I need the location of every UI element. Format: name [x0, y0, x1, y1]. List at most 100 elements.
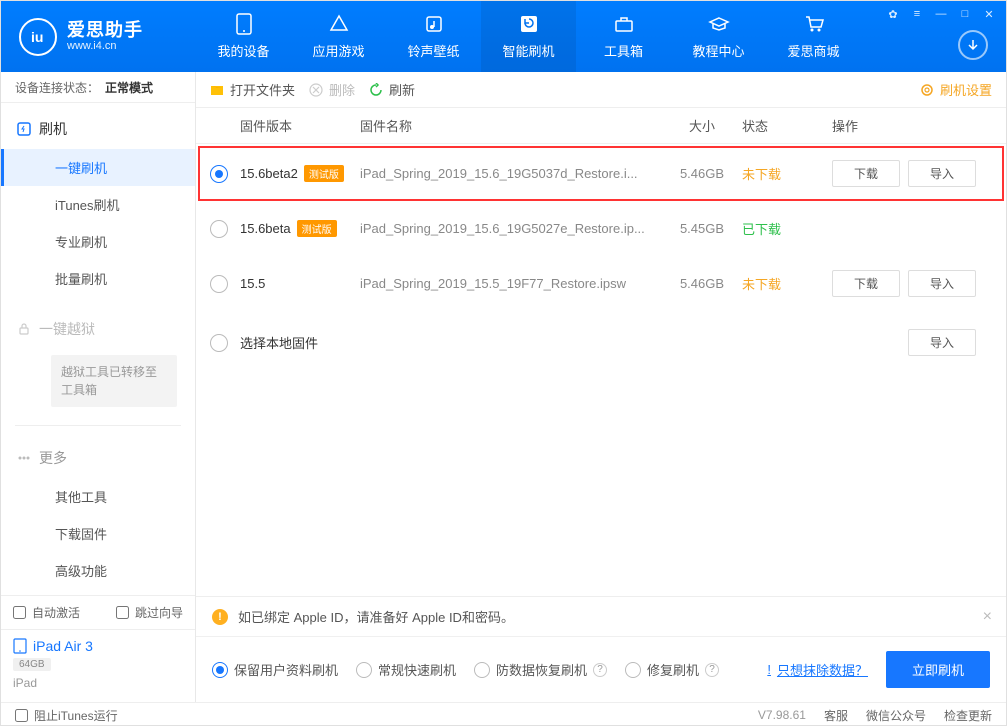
sidebar-item-itunes[interactable]: iTunes刷机	[1, 186, 195, 223]
support-link[interactable]: 客服	[824, 707, 848, 724]
notice-close-icon[interactable]: ×	[983, 608, 992, 626]
close-icon[interactable]: ✕	[982, 7, 996, 21]
table-header: 固件版本 固件名称 大小 状态 操作	[196, 108, 1006, 144]
nav-flash[interactable]: 智能刷机	[481, 1, 576, 72]
more-icon	[17, 451, 31, 465]
auto-activate-checkbox[interactable]	[13, 606, 26, 619]
row-radio[interactable]	[210, 220, 228, 238]
refresh-icon	[369, 83, 383, 97]
top-nav: 我的设备 应用游戏 铃声壁纸 智能刷机 工具箱 教程中心 爱思商城	[196, 1, 1006, 72]
flash-options: 保留用户资料刷机 常规快速刷机 防数据恢复刷机? 修复刷机? !只想抹除数据？ …	[196, 637, 1006, 702]
app-url: www.i4.cn	[67, 40, 143, 52]
maximize-icon[interactable]: □	[958, 7, 972, 21]
beta-tag: 测试版	[304, 165, 344, 182]
footer: 阻止iTunes运行 V7.98.61 客服 微信公众号 检查更新	[1, 702, 1006, 727]
filename: iPad_Spring_2019_15.5_19F77_Restore.ipsw	[360, 276, 662, 291]
download-button[interactable]	[958, 30, 988, 60]
nav-tutorial[interactable]: 教程中心	[671, 1, 766, 72]
toolbox-icon	[613, 13, 635, 35]
sidebar-item-batch[interactable]: 批量刷机	[1, 260, 195, 297]
sidebar-head-more[interactable]: 更多	[1, 438, 195, 478]
sidebar-item-oneclick[interactable]: 一键刷机	[1, 149, 195, 186]
import-button[interactable]: 导入	[908, 160, 976, 187]
help-icon[interactable]: ?	[593, 663, 607, 677]
version-text: 15.6beta2	[240, 166, 298, 181]
status: 已下载	[742, 219, 832, 238]
graduation-icon	[708, 13, 730, 35]
local-firmware-row[interactable]: 选择本地固件导入	[196, 313, 1006, 372]
sidebar-head-flash[interactable]: 刷机	[1, 109, 195, 149]
settings-icon[interactable]: ✿	[886, 7, 900, 21]
lock-icon	[17, 322, 31, 336]
check-update-link[interactable]: 检查更新	[944, 707, 992, 724]
help-icon[interactable]: ?	[705, 663, 719, 677]
flash-icon	[17, 122, 31, 136]
firmware-row[interactable]: 15.6beta2 测试版 iPad_Spring_2019_15.6_19G503…	[196, 144, 1006, 203]
notice-bar: ! 如已绑定 Apple ID，请准备好 Apple ID和密码。 ×	[196, 597, 1006, 637]
version-text: 15.6beta	[240, 221, 291, 236]
flash-now-button[interactable]: 立即刷机	[886, 651, 990, 688]
svg-text:iu: iu	[31, 29, 43, 45]
nav-apps[interactable]: 应用游戏	[291, 1, 386, 72]
nav-tools[interactable]: 工具箱	[576, 1, 671, 72]
toolbar: 打开文件夹 删除 刷新 刷机设置	[196, 72, 1006, 108]
logo[interactable]: iu 爱思助手 www.i4.cn	[1, 18, 196, 56]
nav-store[interactable]: 爱思商城	[766, 1, 861, 72]
minimize-icon[interactable]: —	[934, 7, 948, 21]
size: 5.45GB	[662, 221, 742, 236]
folder-icon	[210, 83, 224, 97]
beta-tag: 测试版	[297, 220, 337, 237]
row-radio[interactable]	[210, 165, 228, 183]
block-itunes-checkbox[interactable]	[15, 709, 28, 722]
opt-antirecovery[interactable]: 防数据恢复刷机?	[474, 660, 607, 679]
cart-icon	[803, 13, 825, 35]
window-controls: ✿ ≡ — □ ✕	[886, 7, 996, 21]
download-button[interactable]: 下载	[832, 270, 900, 297]
gear-icon	[920, 83, 934, 97]
firmware-row[interactable]: 15.6beta测试版iPad_Spring_2019_15.6_19G5027…	[196, 203, 1006, 254]
sidebar-item-download[interactable]: 下载固件	[1, 515, 195, 552]
warning-icon: !	[212, 609, 228, 625]
row-radio[interactable]	[210, 334, 228, 352]
logo-icon: iu	[19, 18, 57, 56]
titlebar: iu 爱思助手 www.i4.cn 我的设备 应用游戏 铃声壁纸 智能刷机 工具…	[1, 1, 1006, 72]
opt-quick[interactable]: 常规快速刷机	[356, 660, 456, 679]
download-button[interactable]: 下载	[832, 160, 900, 187]
menu-icon[interactable]: ≡	[910, 7, 924, 21]
refresh-button[interactable]: 刷新	[369, 80, 415, 99]
status: 未下载	[742, 274, 832, 293]
version-label: V7.98.61	[758, 708, 806, 722]
erase-link[interactable]: !只想抹除数据？	[767, 660, 868, 679]
sidebar: 设备连接状态： 正常模式 刷机 一键刷机 iTunes刷机 专业刷机 批量刷机 …	[1, 72, 196, 702]
delete-icon	[309, 83, 323, 97]
nav-ringtone[interactable]: 铃声壁纸	[386, 1, 481, 72]
device-info[interactable]: iPad Air 3 64GB iPad	[1, 629, 195, 702]
sidebar-head-jailbreak: 一键越狱	[1, 309, 195, 349]
sidebar-item-pro[interactable]: 专业刷机	[1, 223, 195, 260]
opt-repair[interactable]: 修复刷机?	[625, 660, 719, 679]
open-folder-button[interactable]: 打开文件夹	[210, 80, 295, 99]
wechat-link[interactable]: 微信公众号	[866, 707, 926, 724]
phone-icon	[233, 13, 255, 35]
firmware-row[interactable]: 15.5 iPad_Spring_2019_15.5_19F77_Restore.…	[196, 254, 1006, 313]
import-button[interactable]: 导入	[908, 329, 976, 356]
import-button[interactable]: 导入	[908, 270, 976, 297]
delete-button: 删除	[309, 80, 355, 99]
version-text: 15.5	[240, 276, 265, 291]
flash-settings-button[interactable]: 刷机设置	[920, 80, 992, 99]
sidebar-item-other[interactable]: 其他工具	[1, 478, 195, 515]
jailbreak-note: 越狱工具已转移至工具箱	[51, 355, 177, 407]
tablet-icon	[13, 638, 27, 654]
size: 5.46GB	[662, 166, 742, 181]
music-icon	[423, 13, 445, 35]
sidebar-item-advanced[interactable]: 高级功能	[1, 552, 195, 589]
status: 未下载	[742, 164, 832, 183]
row-radio[interactable]	[210, 275, 228, 293]
filename: iPad_Spring_2019_15.6_19G5037d_Restore.i…	[360, 166, 662, 181]
opt-keep-data[interactable]: 保留用户资料刷机	[212, 660, 338, 679]
connection-status: 设备连接状态： 正常模式	[1, 72, 195, 103]
app-name: 爱思助手	[67, 21, 143, 41]
nav-my-device[interactable]: 我的设备	[196, 1, 291, 72]
skip-guide-checkbox[interactable]	[116, 606, 129, 619]
apps-icon	[328, 13, 350, 35]
